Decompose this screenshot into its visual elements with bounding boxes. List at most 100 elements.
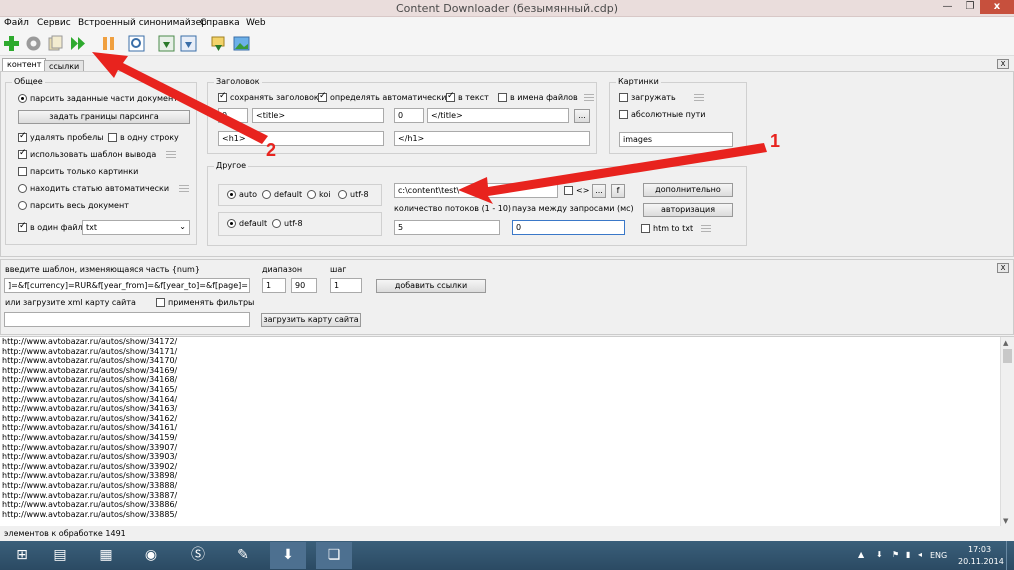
out-default-radio[interactable]: default <box>227 219 267 228</box>
parse-parts-radio[interactable]: парсить заданные части документа <box>18 94 183 103</box>
image-icon[interactable] <box>233 35 250 52</box>
url-list-item[interactable]: http://www.avtobazar.ru/autos/show/34162… <box>0 414 1014 424</box>
whole-doc-radio[interactable]: парсить весь документ <box>18 201 129 210</box>
url-list-item[interactable]: http://www.avtobazar.ru/autos/show/34159… <box>0 433 1014 443</box>
network-icon[interactable]: ▮ <box>906 550 910 559</box>
menu-synonymizer[interactable]: Встроенный синонимайзер <box>78 18 207 28</box>
menu-web[interactable]: Web <box>246 18 266 28</box>
only-images-checkbox[interactable]: парсить только картинки <box>18 167 138 176</box>
grid-icon[interactable] <box>693 93 704 102</box>
in-text-checkbox[interactable]: в текст <box>446 91 489 102</box>
panel-close-button[interactable]: X <box>997 59 1009 69</box>
output-path-input[interactable]: c:\content\test\ <box>394 183 558 198</box>
title-end-tag[interactable]: </title> <box>427 108 569 123</box>
evernote-icon[interactable]: ❏ <box>316 542 352 569</box>
start-icon[interactable]: ⊞ <box>4 542 40 569</box>
add-links-button[interactable]: добавить ссылки <box>376 279 486 293</box>
export-icon[interactable] <box>210 35 227 52</box>
pause-input[interactable]: 0 <box>512 220 625 235</box>
htm-to-txt-checkbox[interactable]: htm to txt <box>641 224 712 233</box>
grid-icon[interactable] <box>701 224 712 233</box>
download-info-icon[interactable] <box>180 35 197 52</box>
template-input[interactable]: ]=&f[currency]=RUR&f[year_from]=&f[year_… <box>4 278 250 293</box>
links-close-button[interactable]: X <box>997 263 1009 273</box>
grid-icon[interactable] <box>583 93 594 102</box>
url-list-item[interactable]: http://www.avtobazar.ru/autos/show/34168… <box>0 375 1014 385</box>
close-button[interactable]: x <box>980 0 1014 14</box>
url-list-item[interactable]: http://www.avtobazar.ru/autos/show/34165… <box>0 385 1014 395</box>
url-list-item[interactable]: http://www.avtobazar.ru/autos/show/34169… <box>0 366 1014 376</box>
h1-start-tag[interactable]: <h1> <box>218 131 384 146</box>
url-list-item[interactable]: http://www.avtobazar.ru/autos/show/34161… <box>0 423 1014 433</box>
use-template-checkbox[interactable]: использовать шаблон вывода <box>18 148 177 159</box>
scroll-thumb[interactable] <box>1003 349 1012 363</box>
tray-app-icon[interactable]: ⬇ <box>876 550 883 559</box>
url-list-item[interactable]: http://www.avtobazar.ru/autos/show/34171… <box>0 347 1014 357</box>
enc-utf8-radio[interactable]: utf-8 <box>338 190 369 199</box>
more-settings-button[interactable]: дополнительно <box>643 183 733 197</box>
title-start-tag[interactable]: <title> <box>252 108 384 123</box>
content-downloader-icon[interactable]: ⬇ <box>270 542 306 569</box>
save-title-checkbox[interactable]: сохранять заголовок <box>218 91 319 102</box>
tab-content[interactable]: контент <box>2 58 47 71</box>
browse-path-button[interactable]: ... <box>592 184 606 198</box>
range-to-input[interactable]: 90 <box>291 278 317 293</box>
title-end-index[interactable]: 0 <box>394 108 424 123</box>
url-list-item[interactable]: http://www.avtobazar.ru/autos/show/34172… <box>0 337 1014 347</box>
load-images-checkbox[interactable]: загружать <box>619 93 704 102</box>
skype-icon[interactable]: Ⓢ <box>180 542 216 569</box>
grid-icon[interactable] <box>179 184 190 193</box>
clock-time[interactable]: 17:03 <box>968 545 991 554</box>
remove-spaces-checkbox[interactable]: удалять пробелы <box>18 131 104 142</box>
find-article-radio[interactable]: находить статью автоматически <box>18 184 190 193</box>
url-list[interactable]: http://www.avtobazar.ru/autos/show/34172… <box>0 336 1014 526</box>
authorization-button[interactable]: авторизация <box>643 203 733 217</box>
maximize-button[interactable]: ❐ <box>960 0 980 14</box>
file-ext-select[interactable]: txt ⌄ <box>82 220 190 235</box>
in-filenames-checkbox[interactable]: в имена файлов <box>498 93 594 102</box>
step-input[interactable]: 1 <box>330 278 362 293</box>
pause-icon[interactable] <box>100 35 117 52</box>
chrome-icon[interactable]: ◉ <box>133 542 169 569</box>
minimize-button[interactable]: — <box>935 0 960 14</box>
flag-icon[interactable]: ⚑ <box>892 550 899 559</box>
set-bounds-button[interactable]: задать границы парсинга <box>18 110 190 124</box>
url-list-item[interactable]: http://www.avtobazar.ru/autos/show/33907… <box>0 443 1014 453</box>
url-list-item[interactable]: http://www.avtobazar.ru/autos/show/33888… <box>0 481 1014 491</box>
url-list-item[interactable]: http://www.avtobazar.ru/autos/show/33902… <box>0 462 1014 472</box>
url-list-item[interactable]: http://www.avtobazar.ru/autos/show/34170… <box>0 356 1014 366</box>
url-list-item[interactable]: http://www.avtobazar.ru/autos/show/34164… <box>0 395 1014 405</box>
explorer-icon[interactable]: ▤ <box>42 542 78 569</box>
url-list-item[interactable]: http://www.avtobazar.ru/autos/show/33886… <box>0 500 1014 510</box>
gear-icon[interactable] <box>25 35 42 52</box>
sitemap-input[interactable] <box>4 312 250 327</box>
brackets-checkbox[interactable]: <> <box>564 186 589 195</box>
out-utf8-radio[interactable]: utf-8 <box>272 219 303 228</box>
enc-default-radio[interactable]: default <box>262 190 302 199</box>
apps-icon[interactable]: ▦ <box>88 542 124 569</box>
language-indicator[interactable]: ENG <box>930 551 947 560</box>
apply-filters-checkbox[interactable]: применять фильтры <box>156 298 254 307</box>
h1-end-tag[interactable]: </h1> <box>394 131 590 146</box>
url-list-item[interactable]: http://www.avtobazar.ru/autos/show/33898… <box>0 471 1014 481</box>
download-icon[interactable] <box>158 35 175 52</box>
add-icon[interactable] <box>3 35 20 52</box>
load-sitemap-button[interactable]: загрузить карту сайта <box>261 313 361 327</box>
auto-detect-checkbox[interactable]: определять автоматически <box>318 91 446 102</box>
f-button[interactable]: f <box>611 184 625 198</box>
title-start-index[interactable]: 0 <box>218 108 248 123</box>
images-folder-input[interactable]: images <box>619 132 733 147</box>
headers-more-button[interactable]: ... <box>574 109 590 123</box>
url-list-item[interactable]: http://www.avtobazar.ru/autos/show/34163… <box>0 404 1014 414</box>
grid-icon[interactable] <box>166 150 177 159</box>
preview-icon[interactable] <box>128 35 145 52</box>
enc-koi-radio[interactable]: koi <box>307 190 330 199</box>
scroll-down-icon[interactable]: ▼ <box>1003 517 1008 525</box>
draw-icon[interactable]: ✎ <box>225 542 261 569</box>
scroll-up-icon[interactable]: ▲ <box>1003 339 1008 347</box>
url-list-item[interactable]: http://www.avtobazar.ru/autos/show/33885… <box>0 510 1014 520</box>
one-file-checkbox[interactable]: в один файл <box>18 221 83 232</box>
abs-paths-checkbox[interactable]: абсолютные пути <box>619 110 705 119</box>
menu-help[interactable]: Справка <box>200 18 240 28</box>
volume-icon[interactable]: ◂ <box>918 550 922 559</box>
